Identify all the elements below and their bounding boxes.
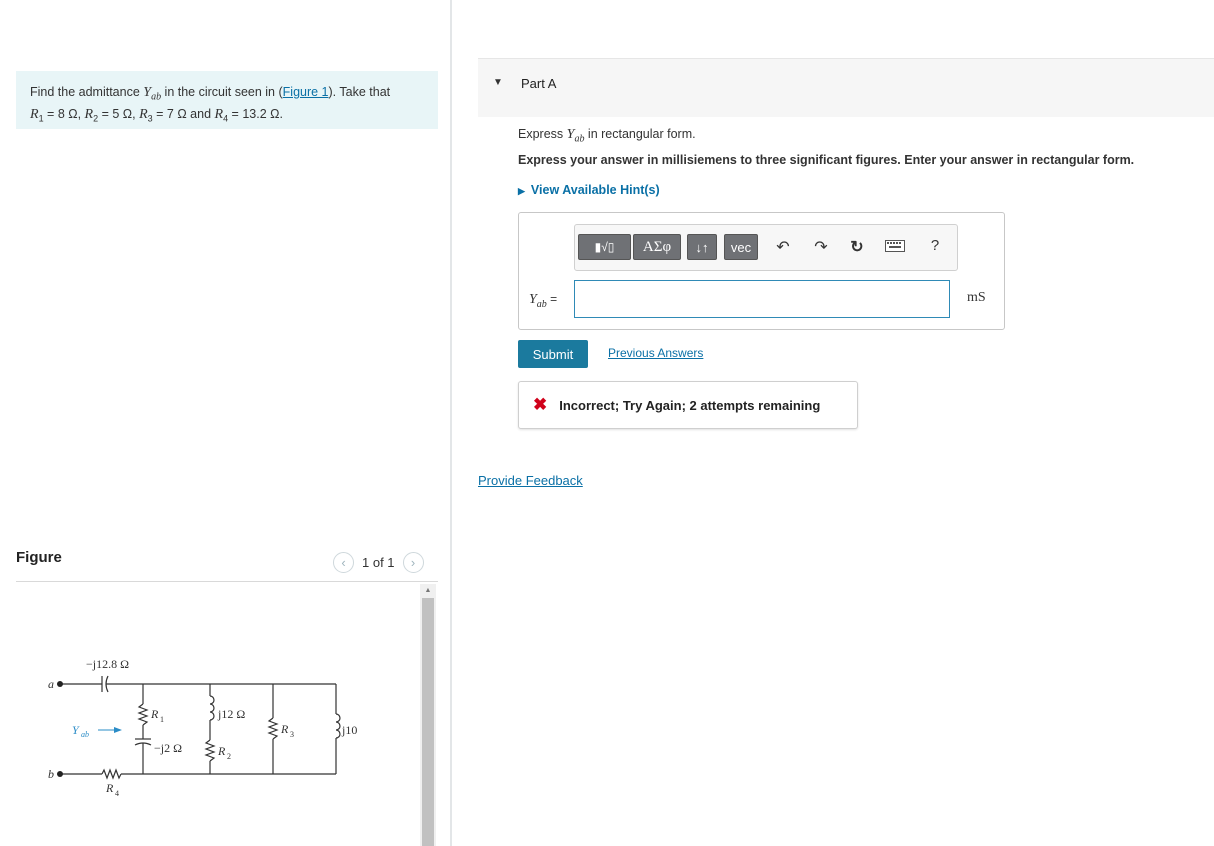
label-node-b: b xyxy=(48,767,54,781)
feedback-text: Incorrect; Try Again; 2 attempts remaini… xyxy=(559,397,821,413)
part-title: Part A xyxy=(521,76,557,91)
chevron-left-icon[interactable]: ‹ xyxy=(333,551,354,573)
submit-button[interactable]: Submit xyxy=(518,340,588,368)
yab-arrow-head xyxy=(114,727,122,733)
resistor-r4 xyxy=(101,768,122,780)
greek-button[interactable]: ΑΣφ xyxy=(633,234,681,260)
answer-input[interactable] xyxy=(574,280,950,318)
help-button[interactable]: ? xyxy=(925,237,945,254)
label-r4: R xyxy=(105,781,114,795)
question-line-2: Express your answer in millisiemens to t… xyxy=(518,153,1135,167)
label-yab: Y xyxy=(72,723,80,737)
inductor-j10 xyxy=(335,713,341,739)
figure-divider xyxy=(16,581,438,582)
label-r2: R xyxy=(217,744,226,758)
reset-icon[interactable]: ↻ xyxy=(847,237,867,257)
triangle-right-icon: ▶ xyxy=(518,186,525,196)
problem-line-1: Find the admittance Yab in the circuit s… xyxy=(30,85,391,103)
label-yab-sub: ab xyxy=(81,730,89,739)
arrows-button[interactable]: ↓↑ xyxy=(687,234,717,260)
previous-answers-link[interactable]: Previous Answers xyxy=(608,346,703,360)
chevron-right-icon[interactable]: › xyxy=(402,551,424,573)
figure-scrollbar-thumb[interactable] xyxy=(422,598,434,846)
templates-button[interactable]: ▮√▯ xyxy=(578,234,631,260)
node-b xyxy=(57,771,63,777)
question-line-1: Express Yab in rectangular form. xyxy=(518,127,696,145)
label-r1: R xyxy=(150,707,159,721)
keyboard-icon[interactable] xyxy=(885,239,905,257)
feedback-message: ✖ Incorrect; Try Again; 2 attempts remai… xyxy=(518,381,858,429)
x-icon: ✖ xyxy=(533,395,548,414)
circuit-diagram: −j12.8 Ω a b Y ab R 1 −j2 Ω j12 Ω R 2 R … xyxy=(48,657,360,798)
part-header[interactable] xyxy=(478,59,1214,117)
view-hints-link[interactable]: ▶ View Available Hint(s) xyxy=(518,183,660,197)
redo-icon[interactable]: ↷ xyxy=(811,237,831,257)
label-r1-sub: 1 xyxy=(160,715,164,724)
column-divider xyxy=(450,0,452,846)
scroll-up-arrow-icon[interactable]: ▲ xyxy=(423,586,433,596)
provide-feedback-link[interactable]: Provide Feedback xyxy=(478,473,583,488)
units-label: mS xyxy=(967,290,986,305)
label-cap-mid: −j2 Ω xyxy=(154,741,182,755)
label-r4-sub: 4 xyxy=(115,789,119,798)
label-r3-sub: 3 xyxy=(290,730,294,739)
problem-statement: Find the admittance Yab in the circuit s… xyxy=(16,71,438,129)
label-r3: R xyxy=(280,722,289,736)
undo-icon[interactable]: ↶ xyxy=(773,237,793,257)
figure-title: Figure xyxy=(16,549,62,566)
label-ind1: j12 Ω xyxy=(217,707,245,721)
pager-label: 1 of 1 xyxy=(362,554,395,570)
resistor-r2 xyxy=(204,739,216,762)
inductor-j12 xyxy=(209,695,215,721)
figure-pager: ‹ 1 of 1 › xyxy=(333,550,424,574)
resistor-r1 xyxy=(137,703,149,726)
node-a xyxy=(57,681,63,687)
label-ind2: j10 Ω xyxy=(341,723,360,737)
problem-line-2: R1 = 8 Ω, R2 = 5 Ω, R3 = 7 Ω and R4 = 13… xyxy=(30,106,283,124)
label-node-a: a xyxy=(48,677,54,691)
answer-label: Yab = xyxy=(529,292,558,310)
triangle-down-icon[interactable]: ▼ xyxy=(493,77,503,88)
label-cap-top: −j12.8 Ω xyxy=(86,657,129,671)
math-toolbar: ▮√▯ ΑΣφ ↓↑ vec ↶ ↷ ↻ ? xyxy=(574,224,958,271)
label-r2-sub: 2 xyxy=(227,752,231,761)
figure-link[interactable]: Figure 1 xyxy=(283,85,329,99)
vec-button[interactable]: vec xyxy=(724,234,758,260)
answer-box: ▮√▯ ΑΣφ ↓↑ vec ↶ ↷ ↻ ? Yab = mS xyxy=(518,212,1005,330)
resistor-r3 xyxy=(267,717,279,740)
